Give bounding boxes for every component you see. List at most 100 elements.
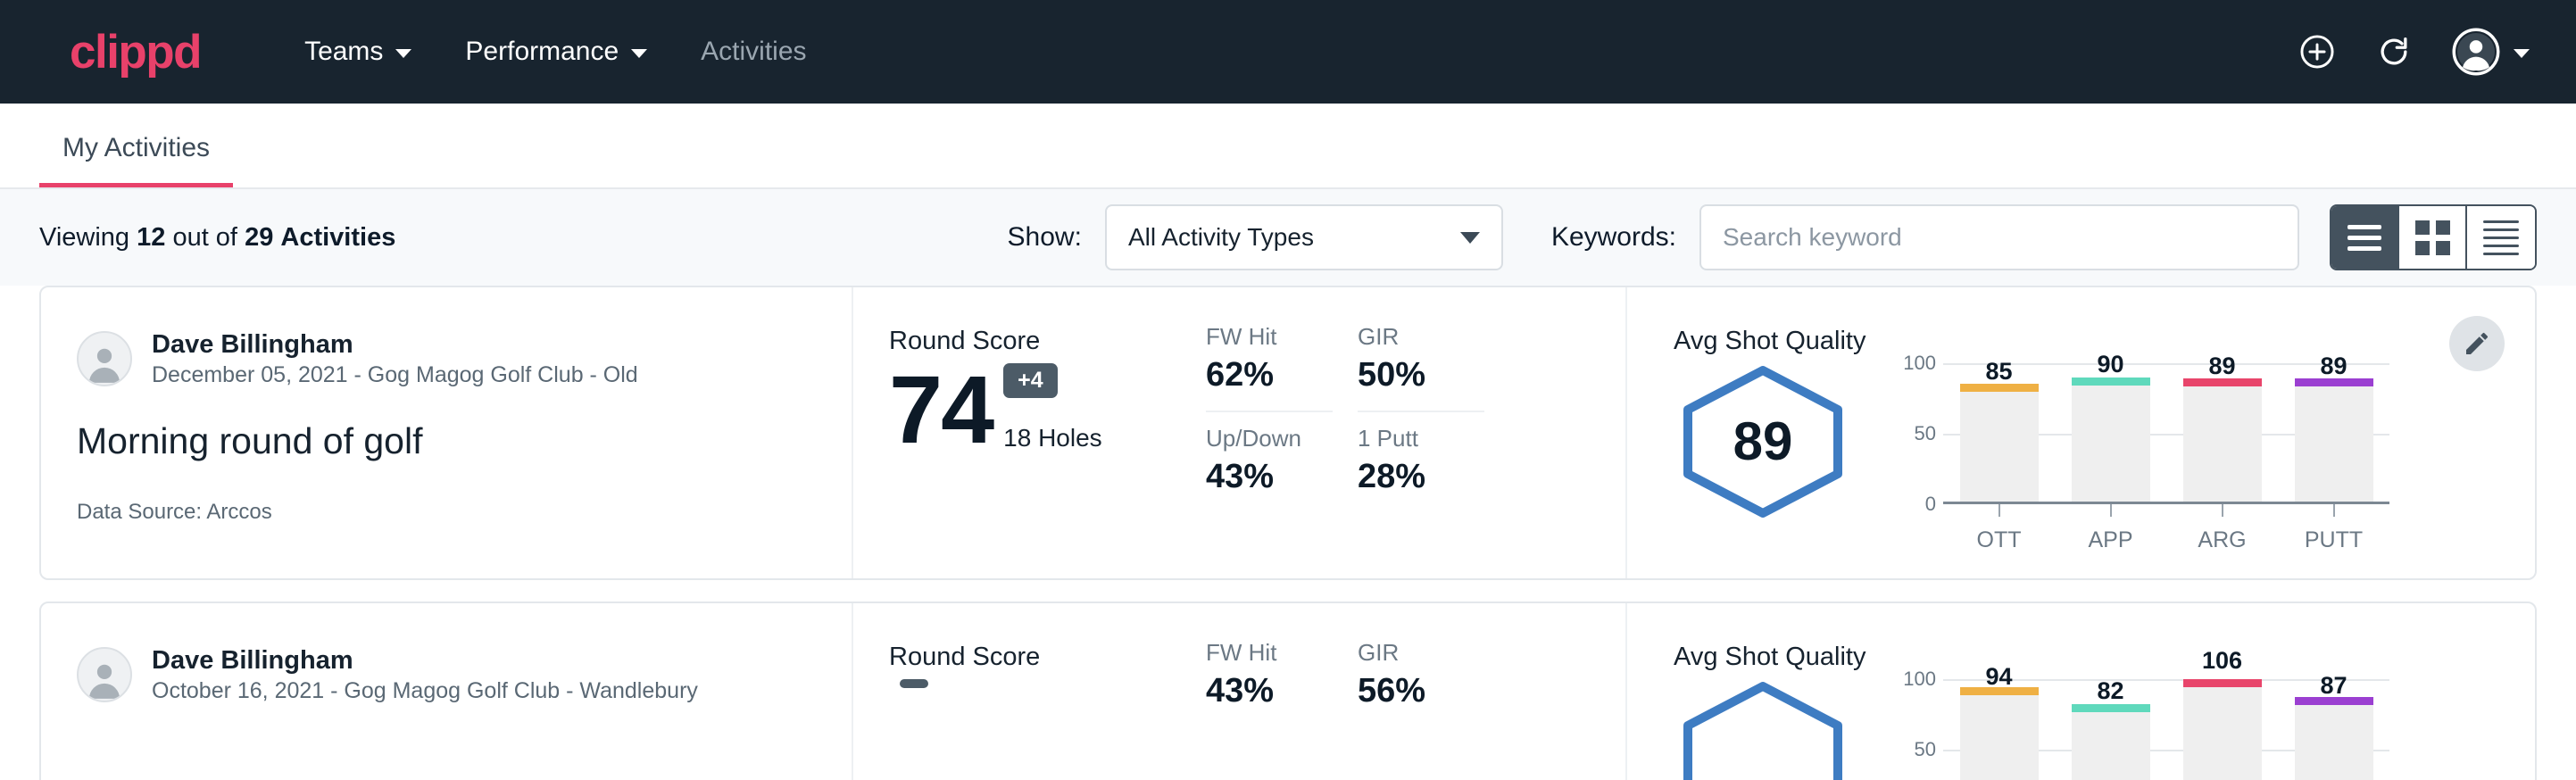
bar-putt <box>2295 697 2373 780</box>
nav-item-teams[interactable]: Teams <box>278 37 438 67</box>
activity-card[interactable]: Dave Billingham December 05, 2021 - Gog … <box>39 286 2537 580</box>
y-tick-50: 50 <box>1915 738 1936 761</box>
activity-meta: December 05, 2021 - Gog Magog Golf Club … <box>152 361 638 390</box>
viewing-prefix: Viewing <box>39 223 129 252</box>
bar-value-app: 82 <box>2097 677 2123 705</box>
nav-item-activities[interactable]: Activities <box>674 37 833 67</box>
stat-label-1-putt: 1 Putt <box>1358 425 1509 452</box>
filter-toolbar: Viewing 12 out of 29 Activities Show: Al… <box>0 189 2576 286</box>
activity-title: Morning round of golf <box>77 420 816 462</box>
stat-value-gir: 56% <box>1358 672 1509 710</box>
activity-data-source: Data Source: Arccos <box>77 500 816 525</box>
chart-bar-arg: 89 <box>2166 363 2278 502</box>
chart-x-labels: OTT APP ARG PUTT <box>1943 527 2389 553</box>
activity-summary-column: Dave Billingham December 05, 2021 - Gog … <box>41 287 853 578</box>
tick-mark <box>2333 504 2335 517</box>
bar-app <box>2072 704 2150 780</box>
avg-shot-quality-column: Avg Shot Quality 89 100 50 0 <box>1625 287 2535 578</box>
person-icon <box>82 656 127 701</box>
shot-quality-hexagon: 89 <box>1674 363 1852 525</box>
list-view-button[interactable] <box>2331 206 2399 269</box>
chart-x-ticks <box>1943 504 2389 517</box>
activity-card[interactable]: Dave Billingham October 16, 2021 - Gog M… <box>39 602 2537 780</box>
stat-divider <box>1358 411 1484 412</box>
plus-circle-icon[interactable] <box>2298 32 2337 71</box>
viewing-total: 29 <box>245 223 273 252</box>
bar-ott <box>1960 687 2039 780</box>
stat-divider <box>1206 411 1333 412</box>
player-name: Dave Billingham <box>152 644 698 676</box>
stat-value-up-down: 43% <box>1206 458 1358 496</box>
round-score-label: Round Score <box>889 327 1206 356</box>
chart-y-axis: 100 50 0 <box>1891 679 1943 780</box>
stat-label-gir: GIR <box>1358 639 1509 667</box>
stat-value-fw-hit: 62% <box>1206 356 1358 394</box>
holes-played: 18 Holes <box>1003 424 1102 452</box>
bar-arg <box>2183 679 2262 780</box>
round-score-value: 74 <box>889 363 993 456</box>
stat-group-left: FW Hit 43% <box>1206 639 1358 780</box>
bar-app <box>2072 378 2150 502</box>
player-name: Dave Billingham <box>152 328 638 361</box>
activity-type-select-value: All Activity Types <box>1128 223 1314 252</box>
compact-view-button[interactable] <box>2467 206 2535 269</box>
activity-list: Dave Billingham December 05, 2021 - Gog … <box>0 286 2576 780</box>
round-score-value-row <box>889 679 1206 772</box>
chart-bars: 85 90 89 <box>1943 363 2389 502</box>
edit-activity-button[interactable] <box>2449 316 2505 371</box>
search-input[interactable] <box>1699 204 2299 270</box>
stat-label-up-down: Up/Down <box>1206 425 1358 452</box>
y-tick-100: 100 <box>1903 352 1936 375</box>
app-logo[interactable]: clippd <box>70 29 201 76</box>
activity-type-select[interactable]: All Activity Types <box>1105 204 1503 270</box>
refresh-icon[interactable] <box>2374 32 2414 71</box>
account-icon <box>2451 27 2501 77</box>
top-navigation-bar: clippd Teams Performance Activities <box>0 0 2576 104</box>
x-label-ott: OTT <box>1943 527 2055 553</box>
y-tick-100: 100 <box>1903 668 1936 691</box>
hexagon-icon <box>1674 679 1852 780</box>
avg-shot-quality-label: Avg Shot Quality <box>1674 643 2535 672</box>
tick-mark <box>2110 504 2112 517</box>
activity-player: Dave Billingham October 16, 2021 - Gog M… <box>77 644 816 706</box>
bar-value-putt: 89 <box>2320 353 2347 380</box>
stat-label-fw-hit: FW Hit <box>1206 639 1358 667</box>
shot-quality-chart: 100 50 0 94 <box>1891 679 2389 780</box>
stat-group-left: FW Hit 62% Up/Down 43% <box>1206 323 1358 578</box>
show-label: Show: <box>1008 222 1082 253</box>
page-tab-bar: My Activities <box>0 104 2576 189</box>
activity-summary-column: Dave Billingham October 16, 2021 - Gog M… <box>41 603 853 780</box>
viewing-suffix: Activities <box>280 223 395 252</box>
chart-bar-app: 82 <box>2055 679 2166 780</box>
list-view-icon <box>2347 225 2381 251</box>
pencil-icon <box>2463 329 2491 358</box>
grid-view-icon <box>2415 220 2450 255</box>
avg-shot-quality-body: 89 100 50 0 <box>1674 363 2535 553</box>
stat-label-fw-hit: FW Hit <box>1206 323 1358 351</box>
chevron-down-icon <box>1460 232 1480 244</box>
stat-label-gir: GIR <box>1358 323 1509 351</box>
tab-my-activities[interactable]: My Activities <box>39 133 233 187</box>
round-score-value-row: 74 +4 18 Holes <box>889 363 1206 456</box>
nav-item-teams-label: Teams <box>304 37 383 67</box>
x-label-putt: PUTT <box>2278 527 2389 553</box>
bar-value-putt: 87 <box>2320 672 2347 700</box>
chevron-down-icon <box>395 49 411 58</box>
chevron-down-icon <box>631 49 647 58</box>
grid-view-button[interactable] <box>2399 206 2467 269</box>
avatar <box>77 647 132 702</box>
x-label-arg: ARG <box>2166 527 2278 553</box>
stat-value-gir: 50% <box>1358 356 1509 394</box>
nav-item-performance[interactable]: Performance <box>438 37 674 67</box>
score-to-par-badge: +4 <box>1003 363 1058 398</box>
viewing-count: 12 <box>137 223 165 252</box>
x-label-app: APP <box>2055 527 2166 553</box>
activity-meta: October 16, 2021 - Gog Magog Golf Club -… <box>152 676 698 706</box>
filter-controls: Show: All Activity Types Keywords: <box>1008 204 2537 270</box>
view-mode-toggle-group <box>2330 204 2537 270</box>
shot-quality-value: 89 <box>1674 363 1852 520</box>
score-to-par-badge <box>900 679 928 688</box>
y-tick-0: 0 <box>1925 493 1936 516</box>
bar-value-app: 90 <box>2097 351 2123 378</box>
account-menu[interactable] <box>2451 27 2530 77</box>
